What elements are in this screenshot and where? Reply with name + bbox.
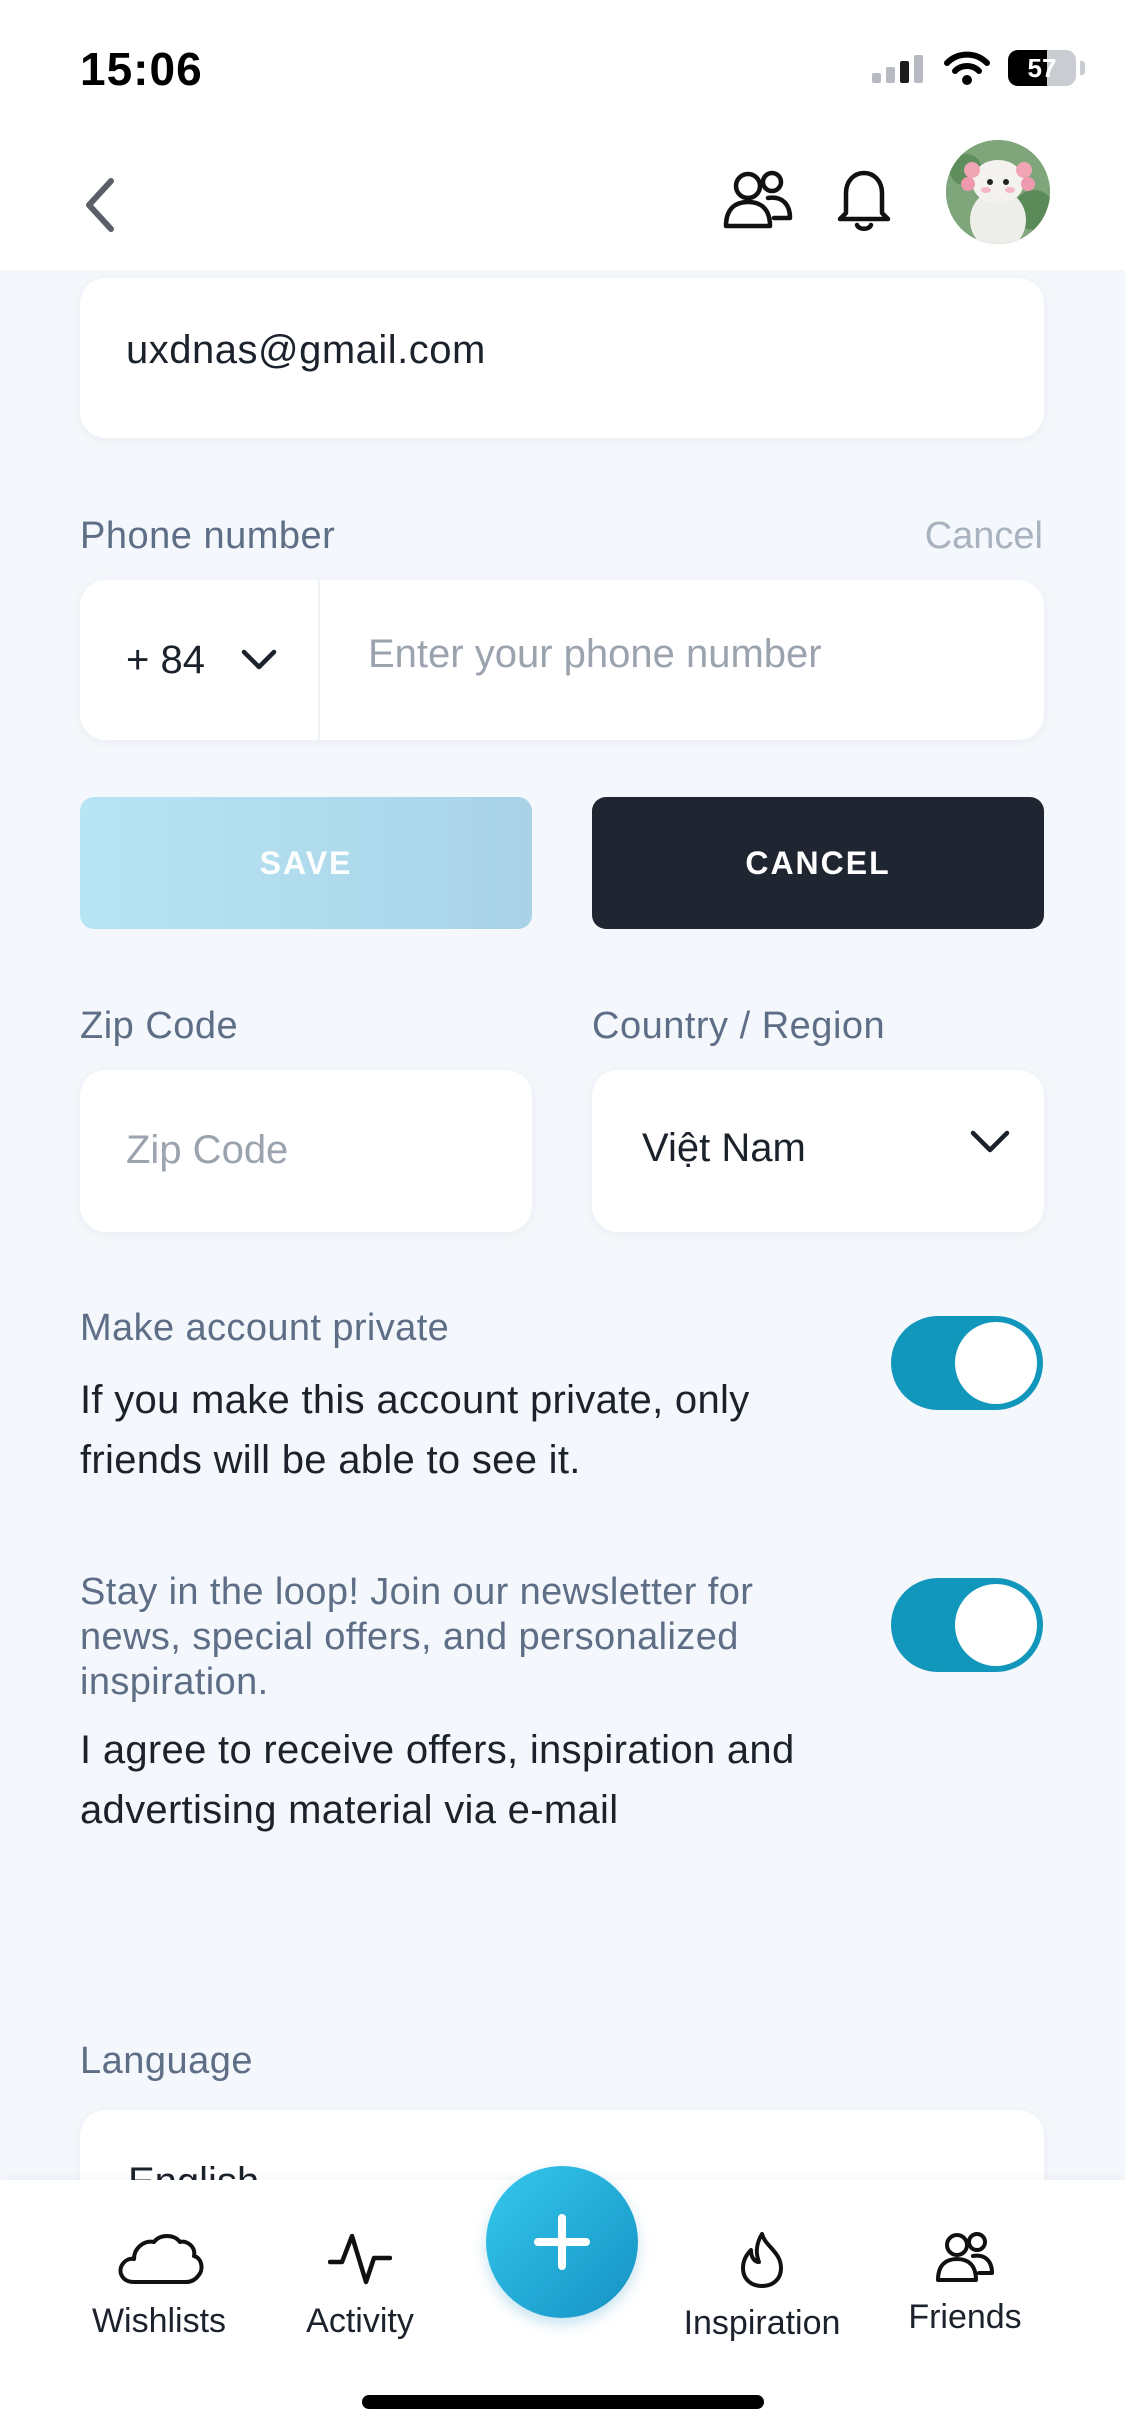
email-value: uxdnas@gmail.com <box>126 328 486 372</box>
cloud-icon <box>118 2234 204 2284</box>
tab-label-inspiration: Inspiration <box>683 2304 841 2342</box>
country-value: Việt Nam <box>642 1126 806 1170</box>
country-select[interactable]: Việt Nam <box>592 1070 1044 1232</box>
chevron-down-icon <box>241 649 277 670</box>
battery-tip <box>1080 61 1085 75</box>
private-account-toggle[interactable] <box>891 1316 1043 1410</box>
friends-icon <box>936 2232 994 2282</box>
country-code-select[interactable]: + 84 <box>80 580 320 740</box>
top-nav <box>0 130 1125 270</box>
status-icons: 57 <box>872 50 1085 86</box>
tab-friends[interactable]: Friends <box>890 2230 1040 2337</box>
country-code-value: + 84 <box>126 637 205 682</box>
add-button[interactable] <box>486 2166 638 2318</box>
country-label: Country / Region <box>592 1005 886 1047</box>
toggle-knob <box>955 1584 1037 1666</box>
status-bar: 15:06 57 <box>0 0 1125 130</box>
cellular-signal-icon <box>872 55 923 83</box>
avatar[interactable] <box>946 140 1050 244</box>
language-label: Language <box>80 2040 254 2082</box>
tab-label-wishlists: Wishlists <box>91 2302 227 2340</box>
private-account-description: If you make this account private, only f… <box>80 1378 750 1482</box>
phone-input[interactable]: Enter your phone number <box>368 632 822 677</box>
notifications-button[interactable] <box>824 160 904 240</box>
battery-icon: 57 <box>1008 50 1076 86</box>
tab-activity[interactable]: Activity <box>290 2230 430 2341</box>
toggle-knob <box>955 1322 1037 1404</box>
avatar-image <box>946 140 1050 244</box>
battery-level: 57 <box>1027 52 1057 83</box>
save-button[interactable]: SAVE <box>80 797 532 929</box>
settings-content[interactable]: uxdnas@gmail.com Phone number Cancel + 8… <box>0 270 1125 2180</box>
bell-icon <box>837 170 891 231</box>
cancel-button[interactable]: CANCEL <box>592 797 1044 929</box>
chevron-left-icon <box>86 178 114 232</box>
zip-placeholder: Zip Code <box>126 1128 289 1172</box>
chevron-down-icon <box>970 1130 1010 1153</box>
zip-code-input[interactable]: Zip Code <box>80 1070 532 1232</box>
flame-icon <box>741 2232 783 2288</box>
phone-label: Phone number <box>80 515 336 557</box>
newsletter-label: Stay in the loop! Join our newsletter fo… <box>80 1571 754 1703</box>
friends-nav-button[interactable] <box>718 160 798 240</box>
private-account-label: Make account private <box>80 1307 450 1349</box>
home-indicator <box>362 2395 764 2409</box>
back-button[interactable] <box>70 170 130 240</box>
phone-field: + 84 Enter your phone number <box>80 580 1044 740</box>
tab-wishlists[interactable]: Wishlists <box>84 2230 234 2341</box>
status-time: 15:06 <box>80 43 203 95</box>
plus-icon <box>534 2214 590 2270</box>
newsletter-description: I agree to receive offers, inspiration a… <box>80 1728 795 1832</box>
phone-cancel-link[interactable]: Cancel <box>925 515 1043 558</box>
email-field[interactable]: uxdnas@gmail.com <box>80 278 1044 438</box>
tab-label-friends: Friends <box>908 2298 1022 2336</box>
tab-inspiration[interactable]: Inspiration <box>672 2230 852 2343</box>
zip-label: Zip Code <box>80 1005 239 1047</box>
activity-icon <box>328 2233 392 2285</box>
people-icon <box>723 170 793 229</box>
language-value: English <box>128 2160 259 2180</box>
wifi-icon <box>944 51 990 85</box>
tab-label-activity: Activity <box>306 2302 414 2340</box>
newsletter-toggle[interactable] <box>891 1578 1043 1672</box>
